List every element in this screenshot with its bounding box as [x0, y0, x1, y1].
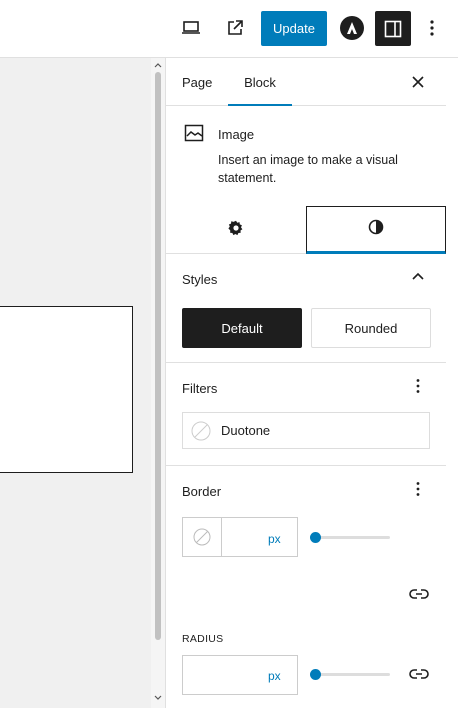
scroll-down-icon[interactable]: [154, 694, 162, 702]
scroll-up-icon[interactable]: [154, 61, 162, 69]
no-color-icon: [191, 421, 211, 441]
sidebar-toggle-icon[interactable]: [375, 11, 411, 46]
close-icon[interactable]: [406, 70, 430, 94]
tab-settings[interactable]: [166, 206, 306, 254]
radius-control: px: [182, 655, 298, 695]
image-icon: [184, 123, 204, 143]
block-title: Image: [218, 127, 255, 142]
top-toolbar: Update: [0, 0, 458, 58]
slider-thumb[interactable]: [310, 532, 321, 543]
sidebar-tabs: Page Block: [166, 58, 447, 106]
radius-input[interactable]: [183, 656, 265, 694]
slider-track: [310, 536, 390, 539]
border-panel-title: Border: [182, 484, 222, 499]
contrast-icon: [368, 219, 384, 240]
settings-sidebar: Page Block Image Insert an image to make…: [165, 58, 447, 708]
style-rounded-button[interactable]: Rounded: [311, 308, 431, 348]
radius-unit[interactable]: px: [268, 669, 281, 683]
astra-logo-icon[interactable]: [338, 14, 366, 42]
desktop-preview-icon[interactable]: [176, 12, 206, 44]
tab-page[interactable]: Page: [182, 58, 218, 106]
border-panel: Border px RADIUS px: [166, 467, 447, 708]
filters-panel-title: Filters: [182, 381, 218, 396]
radius-slider[interactable]: [310, 664, 394, 684]
inspector-tabs: [166, 206, 447, 254]
duotone-button[interactable]: Duotone: [182, 412, 430, 449]
tab-block[interactable]: Block: [228, 58, 292, 106]
canvas-scrollbar[interactable]: [151, 58, 165, 708]
slider-track: [310, 673, 390, 676]
border-width-control: px: [182, 517, 298, 557]
gear-icon: [228, 220, 244, 241]
external-link-icon[interactable]: [220, 12, 250, 44]
more-vertical-icon[interactable]: [420, 12, 444, 44]
style-default-button[interactable]: Default: [182, 308, 302, 348]
scroll-thumb[interactable]: [155, 72, 161, 640]
block-description: Insert an image to make a visual stateme…: [218, 153, 398, 185]
editor-root: Update Page Block Image Insert an image …: [0, 0, 458, 719]
radius-label: RADIUS: [182, 633, 224, 645]
chevron-up-icon[interactable]: [410, 269, 426, 285]
block-card: Image Insert an image to make a visual s…: [166, 106, 447, 206]
styles-panel-title[interactable]: Styles: [182, 272, 217, 287]
border-width-input[interactable]: [223, 518, 267, 556]
window-edge: [446, 58, 458, 708]
tab-styles[interactable]: [306, 206, 446, 254]
image-block-placeholder[interactable]: [0, 306, 133, 473]
filters-panel: Filters Duotone: [166, 364, 447, 466]
link-corners-icon[interactable]: [409, 664, 429, 684]
update-button[interactable]: Update: [261, 11, 327, 46]
duotone-label: Duotone: [221, 423, 271, 438]
link-sides-icon[interactable]: [409, 584, 429, 604]
styles-panel: Styles Default Rounded: [166, 255, 447, 363]
border-width-slider[interactable]: [310, 527, 394, 547]
border-width-unit[interactable]: px: [268, 532, 281, 546]
filters-options-icon[interactable]: [410, 378, 426, 394]
border-options-icon[interactable]: [410, 481, 426, 497]
slider-thumb[interactable]: [310, 669, 321, 680]
border-color-picker[interactable]: [183, 518, 222, 556]
editor-canvas: [0, 58, 151, 708]
